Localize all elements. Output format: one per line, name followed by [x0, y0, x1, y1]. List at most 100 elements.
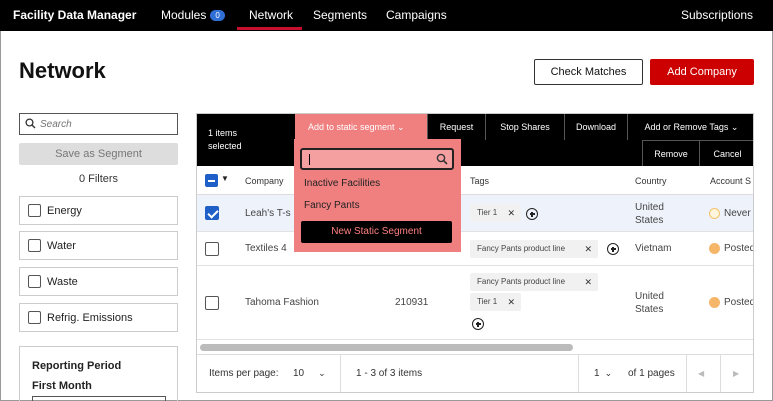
status-dot [709, 243, 720, 254]
static-segment-dropdown: Inactive Facilities Fancy Pants New Stat… [294, 139, 461, 252]
sidebar-search[interactable] [19, 113, 178, 135]
filter-checkbox[interactable] [28, 204, 41, 217]
filter-label: Energy [47, 205, 82, 217]
filter-energy[interactable]: Energy [19, 196, 178, 225]
prev-page-icon[interactable]: ◀ [698, 369, 704, 378]
country-line1: United [635, 202, 664, 213]
horizontal-scrollbar[interactable] [200, 344, 573, 351]
filters-count: 0 Filters [78, 173, 119, 185]
search-icon [436, 153, 448, 168]
cancel-button[interactable]: Cancel [699, 140, 753, 166]
company-name[interactable]: Tahoma Fashion [245, 297, 319, 308]
country-line2: States [635, 304, 664, 315]
reporting-period-title: Reporting Period [32, 360, 122, 372]
add-tag-icon[interactable] [607, 243, 619, 255]
nav-subscriptions[interactable]: Subscriptions [681, 8, 753, 22]
tag-chip: Fancy Pants product line ✕ [470, 273, 598, 291]
items-per-page-select[interactable]: 10 ⌄ [293, 368, 326, 379]
pages-text: of 1 pages [628, 368, 675, 379]
selected-count-line1: 1 items [208, 128, 238, 138]
chevron-down-icon[interactable]: ▼ [221, 174, 229, 183]
selected-count-line2: selected [208, 141, 242, 151]
stop-shares-button[interactable]: Stop Shares [485, 114, 564, 140]
remove-button[interactable]: Remove [642, 140, 699, 166]
next-page-icon[interactable]: ▶ [733, 369, 739, 378]
nav-segments[interactable]: Segments [313, 8, 367, 22]
page-title: Network [19, 58, 106, 83]
divider [686, 355, 687, 392]
divider [578, 355, 579, 392]
reporting-period-panel: Reporting Period First Month [19, 346, 178, 401]
active-nav-indicator [237, 27, 302, 30]
status-dot [709, 297, 720, 308]
filter-waste[interactable]: Waste [19, 267, 178, 296]
new-static-segment-button[interactable]: New Static Segment [301, 221, 452, 243]
column-country[interactable]: Country [635, 176, 667, 186]
save-as-segment-button[interactable]: Save as Segment [19, 143, 178, 165]
close-icon[interactable]: ✕ [507, 204, 515, 222]
table-row[interactable]: Tahoma Fashion 210931 Fancy Pants produc… [197, 266, 753, 340]
request-button[interactable]: Request [427, 114, 485, 140]
row-checkbox[interactable] [205, 242, 219, 256]
select-all-checkbox[interactable] [205, 174, 218, 187]
close-icon[interactable]: ✕ [584, 273, 592, 291]
add-tag-icon[interactable] [472, 318, 484, 330]
column-tags[interactable]: Tags [470, 176, 489, 186]
download-button[interactable]: Download [564, 114, 627, 140]
table-row[interactable]: Leah's T-s Tier 1 ✕ United States Never [197, 195, 753, 232]
segment-option-inactive-facilities[interactable]: Inactive Facilities [304, 178, 380, 189]
first-month-field[interactable] [32, 396, 166, 401]
close-icon[interactable]: ✕ [584, 240, 592, 258]
column-account-status[interactable]: Account S [710, 176, 751, 186]
filter-checkbox[interactable] [28, 275, 41, 288]
column-company[interactable]: Company [245, 176, 284, 186]
filter-refrig-emissions[interactable]: Refrig. Emissions [19, 303, 178, 332]
range-text: 1 - 3 of 3 items [356, 368, 423, 379]
add-to-static-segment-button[interactable]: Add to static segment ⌄ [295, 114, 427, 140]
company-name[interactable]: Leah's T-s [245, 208, 291, 219]
filter-checkbox[interactable] [28, 311, 41, 324]
filter-checkbox[interactable] [28, 239, 41, 252]
modules-badge: 0 [210, 10, 225, 21]
add-remove-tags-button[interactable]: Add or Remove Tags ⌄ [627, 114, 753, 140]
nav-campaigns[interactable]: Campaigns [386, 8, 447, 22]
close-icon[interactable]: ✕ [507, 293, 515, 311]
segment-option-fancy-pants[interactable]: Fancy Pants [304, 200, 360, 211]
divider [720, 355, 721, 392]
table-pagination: Items per page: 10 ⌄ 1 - 3 of 3 items 1 ⌄ … [197, 354, 753, 392]
text-cursor [309, 154, 310, 165]
segment-search-input[interactable] [300, 148, 454, 170]
row-checkbox[interactable] [205, 296, 219, 310]
table-header: ▼ Company Tags Country Account S [197, 166, 753, 195]
search-icon [25, 118, 36, 132]
country: Vietnam [635, 243, 672, 254]
filter-water[interactable]: Water [19, 231, 178, 260]
page-value: 1 [594, 368, 600, 379]
tag-label: Fancy Pants product line [477, 244, 566, 253]
row-checkbox[interactable] [205, 206, 219, 220]
brand-title[interactable]: Facility Data Manager [13, 8, 136, 22]
first-month-label: First Month [32, 380, 92, 392]
tag-chip: Tier 1 ✕ [470, 293, 521, 311]
bulk-action-toolbar: 1 items selected Request Stop Shares Dow… [197, 114, 753, 166]
search-input[interactable] [40, 116, 170, 132]
divider [340, 355, 341, 392]
facility-id: 210931 [395, 297, 429, 308]
filter-label: Refrig. Emissions [47, 312, 133, 324]
add-company-button[interactable]: Add Company [650, 59, 754, 85]
tag-label: Fancy Pants product line [477, 277, 566, 286]
nav-network[interactable]: Network [249, 8, 293, 22]
add-tag-icon[interactable] [526, 208, 538, 220]
selected-count: 1 items selected [208, 127, 242, 153]
chevron-down-icon: ⌄ [318, 368, 326, 378]
tag-chip: Fancy Pants product line ✕ [470, 240, 598, 258]
company-name[interactable]: Textiles 4 [245, 243, 287, 254]
nav-modules[interactable]: Modules 0 [161, 8, 225, 22]
table-row[interactable]: Textiles 4 Fancy Pants product line ✕ Vie… [197, 232, 753, 266]
top-navigation: Facility Data Manager Modules 0 Network S… [0, 0, 773, 31]
items-per-page-label: Items per page: [209, 368, 279, 379]
country-line2: States [635, 215, 664, 226]
status-dot [709, 208, 720, 219]
page-select[interactable]: 1 ⌄ [594, 368, 612, 379]
check-matches-button[interactable]: Check Matches [534, 59, 643, 85]
